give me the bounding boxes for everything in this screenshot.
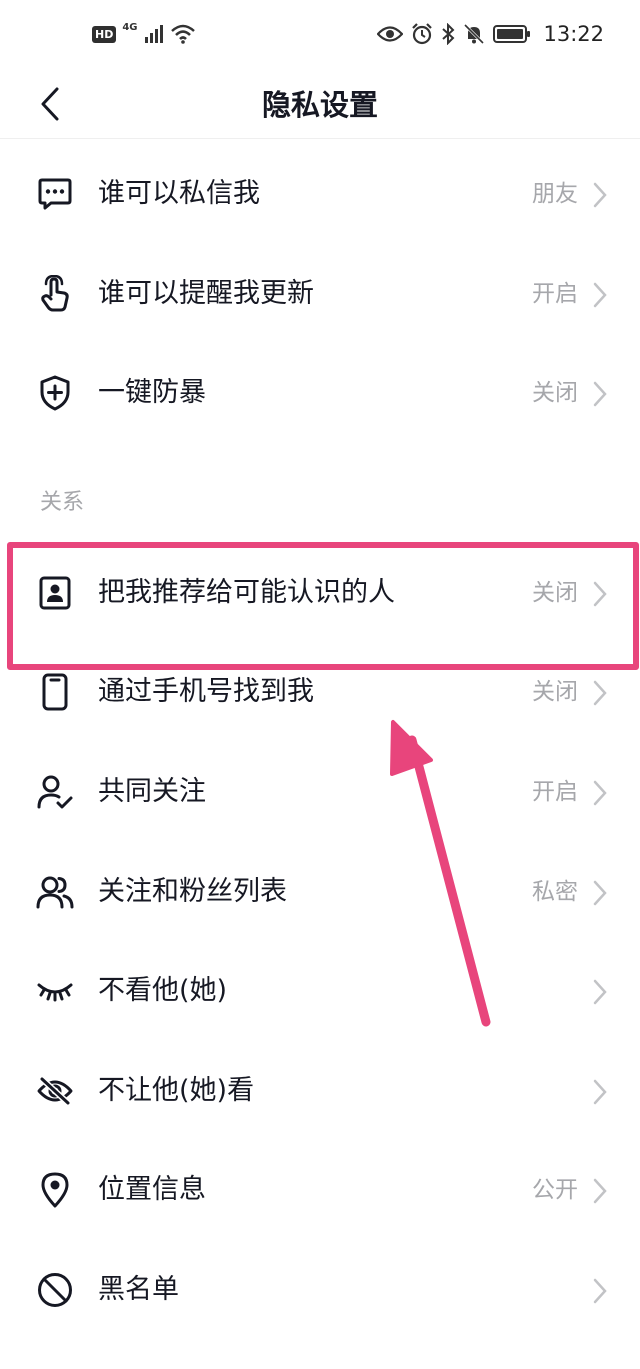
network-label: 4G: [122, 21, 138, 33]
row-label: 一键防暴: [98, 377, 206, 409]
chevron-right-icon: [593, 1179, 607, 1204]
row-follow-fans-list[interactable]: 关注和粉丝列表 私密: [0, 841, 640, 941]
users-icon: [36, 873, 74, 911]
tap-hand-icon: [36, 274, 74, 313]
bluetooth-icon: [442, 23, 455, 45]
eye-off-icon: [36, 1072, 74, 1110]
row-mutual-follows[interactable]: 共同关注 开启: [0, 741, 640, 841]
row-who-can-message-me[interactable]: 谁可以私信我 朋友: [0, 143, 640, 243]
row-label: 不让他(她)看: [98, 1074, 255, 1106]
chevron-right-icon: [593, 780, 607, 806]
section-header-relationship: 关系: [0, 442, 640, 542]
row-value: 开启: [532, 280, 578, 307]
page-title: 隐私设置: [261, 88, 378, 122]
status-left: HD 4G: [92, 21, 196, 44]
mute-bell-icon: [464, 23, 485, 45]
row-label: 不看他(她): [98, 975, 228, 1007]
hd-badge: HD: [92, 25, 117, 43]
highlight-box: [7, 542, 639, 670]
user-check-icon: [36, 773, 74, 811]
row-label: 谁可以私信我: [98, 178, 260, 209]
row-label: 通过手机号找到我: [98, 676, 314, 708]
row-label: 谁可以提醒我更新: [98, 277, 314, 309]
row-location-info[interactable]: 位置信息 公开: [0, 1139, 640, 1239]
chevron-right-icon: [593, 182, 607, 208]
row-anti-harassment[interactable]: 一键防暴 关闭: [0, 342, 640, 442]
chevron-right-icon: [593, 681, 607, 706]
section-title: 关系: [40, 489, 85, 515]
message-icon: [36, 175, 74, 213]
signal-icon: [144, 25, 163, 43]
row-value: 关闭: [532, 380, 578, 407]
row-hide-from-them[interactable]: 不让他(她)看: [0, 1040, 640, 1140]
status-bar: HD 4G 13:22: [0, 0, 640, 76]
chevron-right-icon: [593, 880, 607, 905]
phone-icon: [36, 673, 74, 711]
row-label: 位置信息: [98, 1174, 206, 1206]
chevron-right-icon: [593, 1278, 607, 1304]
closed-eye-icon: [36, 972, 74, 1010]
chevron-right-icon: [593, 381, 607, 407]
row-value: 朋友: [532, 181, 578, 207]
row-blacklist[interactable]: 黑名单: [0, 1239, 640, 1339]
row-label: 关注和粉丝列表: [98, 875, 287, 907]
row-value: 私密: [532, 878, 578, 905]
row-who-can-remind-me[interactable]: 谁可以提醒我更新 开启: [0, 243, 640, 343]
row-hide-their-content[interactable]: 不看他(她): [0, 940, 640, 1040]
status-right: 13:22: [377, 22, 604, 46]
row-value: 关闭: [532, 679, 578, 706]
nav-bar: 隐私设置: [0, 76, 640, 139]
eye-icon: [377, 26, 404, 42]
location-pin-icon: [36, 1171, 74, 1209]
chevron-right-icon: [593, 282, 607, 307]
row-value: 开启: [532, 778, 578, 805]
battery-icon: [493, 25, 531, 43]
shield-plus-icon: [36, 374, 74, 412]
row-value: 公开: [532, 1177, 578, 1204]
alarm-icon: [412, 23, 433, 45]
settings-list: 谁可以私信我 朋友 谁可以提醒我更新 开启 一键防暴 关闭 关系 把我推荐给可能…: [0, 143, 640, 1339]
block-icon: [36, 1271, 74, 1309]
chevron-right-icon: [593, 1079, 607, 1104]
row-label: 共同关注: [98, 775, 206, 807]
row-label: 黑名单: [98, 1273, 179, 1305]
wifi-icon: [170, 24, 195, 44]
clock: 13:22: [543, 22, 604, 46]
chevron-right-icon: [593, 979, 607, 1005]
